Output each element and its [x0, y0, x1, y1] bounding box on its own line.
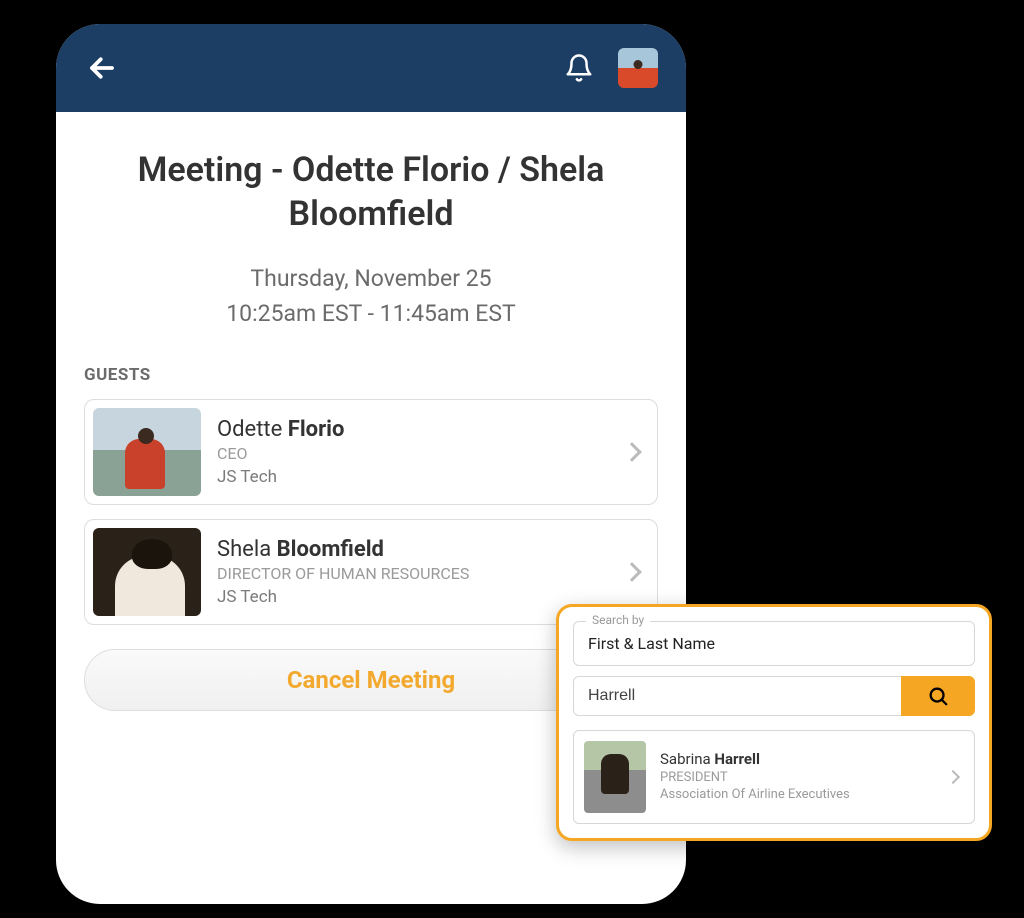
search-result-row[interactable]: Sabrina Harrell PRESIDENT Association Of…	[573, 730, 975, 824]
result-info: Sabrina Harrell PRESIDENT Association Of…	[660, 750, 934, 804]
search-icon	[927, 685, 949, 707]
search-button[interactable]	[901, 676, 975, 716]
guest-name: Odette Florio	[217, 417, 609, 442]
result-avatar	[584, 741, 646, 813]
guest-avatar	[93, 408, 201, 496]
guest-name: Shela Bloomfield	[217, 537, 609, 562]
notifications-button[interactable]	[564, 53, 594, 83]
result-name: Sabrina Harrell	[660, 750, 934, 768]
search-mode-value: First & Last Name	[588, 634, 960, 653]
chevron-right-icon	[946, 770, 960, 784]
guest-company: JS Tech	[217, 467, 609, 487]
search-input[interactable]	[573, 676, 901, 716]
search-row	[573, 676, 975, 716]
guest-info: Shela Bloomfield DIRECTOR OF HUMAN RESOU…	[217, 537, 609, 607]
app-header	[56, 24, 686, 112]
header-actions	[564, 48, 658, 88]
search-mode-select[interactable]: Search by First & Last Name	[573, 621, 975, 666]
meeting-date: Thursday, November 25	[84, 262, 658, 297]
meeting-title: Meeting - Odette Florio / Shela Bloomfie…	[84, 148, 658, 236]
search-mode-legend: Search by	[586, 613, 650, 627]
chevron-right-icon	[622, 442, 642, 462]
guests-label: GUESTS	[84, 365, 658, 385]
result-role: PRESIDENT	[660, 770, 934, 785]
profile-avatar[interactable]	[618, 48, 658, 88]
chevron-right-icon	[622, 562, 642, 582]
back-button[interactable]	[84, 50, 120, 86]
guest-row[interactable]: Odette Florio CEO JS Tech	[84, 399, 658, 505]
meeting-datetime: Thursday, November 25 10:25am EST - 11:4…	[84, 262, 658, 331]
guest-avatar	[93, 528, 201, 616]
guest-role: CEO	[217, 444, 609, 463]
arrow-left-icon	[87, 53, 117, 83]
guest-company: JS Tech	[217, 587, 609, 607]
result-org: Association Of Airline Executives	[660, 787, 934, 804]
search-overlay: Search by First & Last Name Sabrina Harr…	[556, 604, 992, 841]
meeting-time: 10:25am EST - 11:45am EST	[84, 297, 658, 332]
guest-role: DIRECTOR OF HUMAN RESOURCES	[217, 564, 609, 583]
guest-info: Odette Florio CEO JS Tech	[217, 417, 609, 487]
bell-icon	[564, 53, 594, 83]
